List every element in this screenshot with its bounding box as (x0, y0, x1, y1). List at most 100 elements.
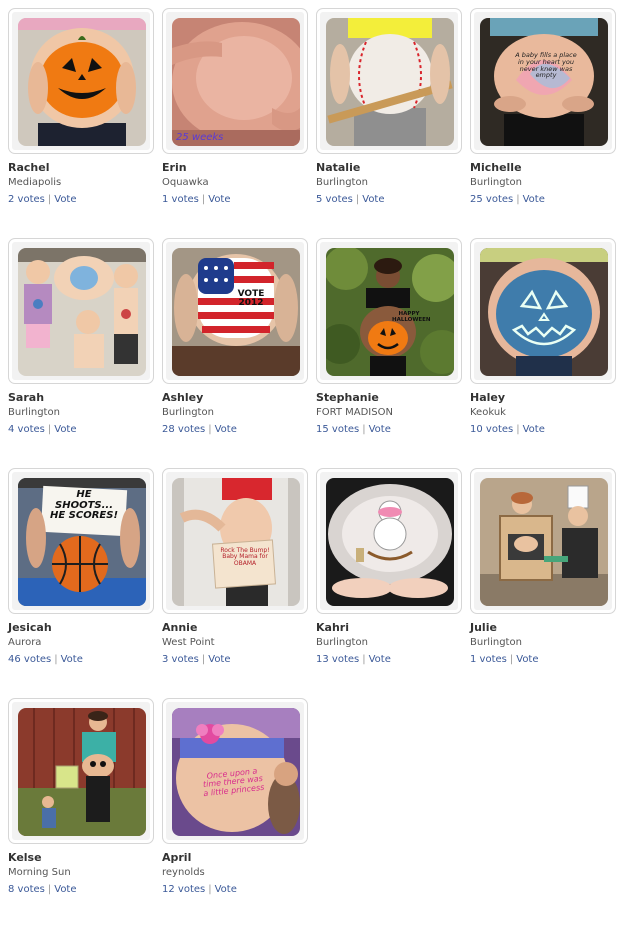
entry-card: HAPPY HALLOWEEN Stephanie FORT MADISON 1… (316, 238, 462, 468)
entry-card: Rock The Bump! Baby Mama for OBAMA Annie… (162, 468, 308, 698)
photo-thumbnail[interactable] (18, 248, 146, 376)
vote-link[interactable]: Vote (208, 654, 230, 665)
entrant-town: Mediapolis (8, 177, 62, 188)
entry-card: Haley Keokuk 10 votes | Vote (470, 238, 616, 468)
photo-frame[interactable]: Once upon a time there was a little prin… (162, 698, 308, 844)
vote-count-link[interactable]: 25 votes (470, 194, 513, 205)
vote-count-link[interactable]: 15 votes (316, 424, 359, 435)
vote-link[interactable]: Vote (523, 194, 545, 205)
vote-line: 8 votes | Vote (8, 883, 154, 897)
separator: | (355, 194, 360, 205)
separator: | (208, 424, 212, 435)
photo-frame[interactable]: VOTE 2012 (162, 238, 308, 384)
entry-card: Julie Burlington 1 votes | Vote (470, 468, 616, 698)
separator: | (509, 654, 514, 665)
vote-line: 4 votes | Vote (8, 423, 154, 437)
vote-link[interactable]: Vote (369, 424, 391, 435)
photo-thumbnail[interactable] (18, 18, 146, 146)
separator: | (208, 884, 212, 895)
photo-frame[interactable]: Rock The Bump! Baby Mama for OBAMA (162, 468, 308, 614)
vote-link[interactable]: Vote (362, 194, 384, 205)
separator: | (516, 424, 520, 435)
vote-link[interactable]: Vote (215, 424, 237, 435)
entry-card: VOTE 2012 Ashley Burlington 28 votes | Vot… (162, 238, 308, 468)
entrant-name: Ashley (162, 391, 204, 404)
separator: | (47, 424, 52, 435)
photo-frame[interactable] (316, 468, 462, 614)
photo-frame[interactable] (316, 8, 462, 154)
entrant-name: Jesicah (8, 621, 52, 634)
vote-line: 28 votes | Vote (162, 423, 308, 437)
separator: | (516, 194, 520, 205)
entrant-name: Rachel (8, 161, 50, 174)
vote-link[interactable]: Vote (208, 194, 230, 205)
vote-count-link[interactable]: 2 votes (8, 194, 45, 205)
vote-count-link[interactable]: 28 votes (162, 424, 205, 435)
vote-count-link[interactable]: 3 votes (162, 654, 199, 665)
photo-frame[interactable] (470, 468, 616, 614)
vote-count-link[interactable]: 4 votes (8, 424, 45, 435)
photo-thumbnail[interactable] (326, 18, 454, 146)
entrant-name: Erin (162, 161, 187, 174)
entry-card: Natalie Burlington 5 votes | Vote (316, 8, 462, 238)
vote-link[interactable]: Vote (215, 884, 237, 895)
vote-count-link[interactable]: 13 votes (316, 654, 359, 665)
vote-link[interactable]: Vote (61, 654, 83, 665)
vote-link[interactable]: Vote (369, 654, 391, 665)
vote-count-link[interactable]: 12 votes (162, 884, 205, 895)
entry-card: HE SHOOTS... HE SCORES! Jesicah Aurora 4… (8, 468, 154, 698)
entrant-town: Aurora (8, 637, 42, 648)
entry-card: Kelse Morning Sun 8 votes | Vote (8, 698, 154, 928)
separator: | (201, 654, 206, 665)
photo-thumbnail[interactable]: 25 weeks (172, 18, 300, 146)
vote-count-link[interactable]: 10 votes (470, 424, 513, 435)
vote-line: 1 votes | Vote (162, 193, 308, 207)
separator: | (362, 424, 366, 435)
vote-link[interactable]: Vote (54, 884, 76, 895)
photo-frame[interactable] (8, 238, 154, 384)
vote-count-link[interactable]: 8 votes (8, 884, 45, 895)
photo-frame[interactable]: 25 weeks (162, 8, 308, 154)
entrant-town: reynolds (162, 867, 205, 878)
vote-count-link[interactable]: 5 votes (316, 194, 353, 205)
vote-line: 1 votes | Vote (470, 653, 616, 667)
entry-card: Sarah Burlington 4 votes | Vote (8, 238, 154, 468)
vote-line: 2 votes | Vote (8, 193, 154, 207)
photo-thumbnail[interactable]: VOTE 2012 (172, 248, 300, 376)
entrant-name: Annie (162, 621, 198, 634)
vote-line: 46 votes | Vote (8, 653, 154, 667)
photo-thumbnail[interactable] (18, 708, 146, 836)
vote-line: 3 votes | Vote (162, 653, 308, 667)
vote-count-link[interactable]: 46 votes (8, 654, 51, 665)
entrant-town: Keokuk (470, 407, 506, 418)
photo-thumbnail[interactable]: HE SHOOTS... HE SCORES! (18, 478, 146, 606)
entrant-town: Morning Sun (8, 867, 71, 878)
photo-frame[interactable] (470, 238, 616, 384)
separator: | (47, 884, 52, 895)
entrant-town: Burlington (470, 637, 522, 648)
photo-frame[interactable] (8, 8, 154, 154)
photo-thumbnail[interactable] (480, 248, 608, 376)
photo-frame[interactable] (8, 698, 154, 844)
photo-thumbnail[interactable] (480, 478, 608, 606)
photo-thumbnail[interactable]: Once upon a time there was a little prin… (172, 708, 300, 836)
entry-card: Rachel Mediapolis 2 votes | Vote (8, 8, 154, 238)
entry-card: Kahri Burlington 13 votes | Vote (316, 468, 462, 698)
photo-frame[interactable]: HE SHOOTS... HE SCORES! (8, 468, 154, 614)
photo-frame[interactable]: A baby fills a place in your heart you n… (470, 8, 616, 154)
vote-line: 15 votes | Vote (316, 423, 462, 437)
photo-thumbnail[interactable]: Rock The Bump! Baby Mama for OBAMA (172, 478, 300, 606)
vote-link[interactable]: Vote (523, 424, 545, 435)
vote-line: 12 votes | Vote (162, 883, 308, 897)
photo-thumbnail[interactable]: HAPPY HALLOWEEN (326, 248, 454, 376)
vote-count-link[interactable]: 1 votes (162, 194, 199, 205)
photo-thumbnail[interactable]: A baby fills a place in your heart you n… (480, 18, 608, 146)
vote-link[interactable]: Vote (54, 424, 76, 435)
vote-link[interactable]: Vote (54, 194, 76, 205)
separator: | (47, 194, 52, 205)
photo-frame[interactable]: HAPPY HALLOWEEN (316, 238, 462, 384)
vote-count-link[interactable]: 1 votes (470, 654, 507, 665)
vote-link[interactable]: Vote (516, 654, 538, 665)
entrant-town: Burlington (162, 407, 214, 418)
photo-thumbnail[interactable] (326, 478, 454, 606)
